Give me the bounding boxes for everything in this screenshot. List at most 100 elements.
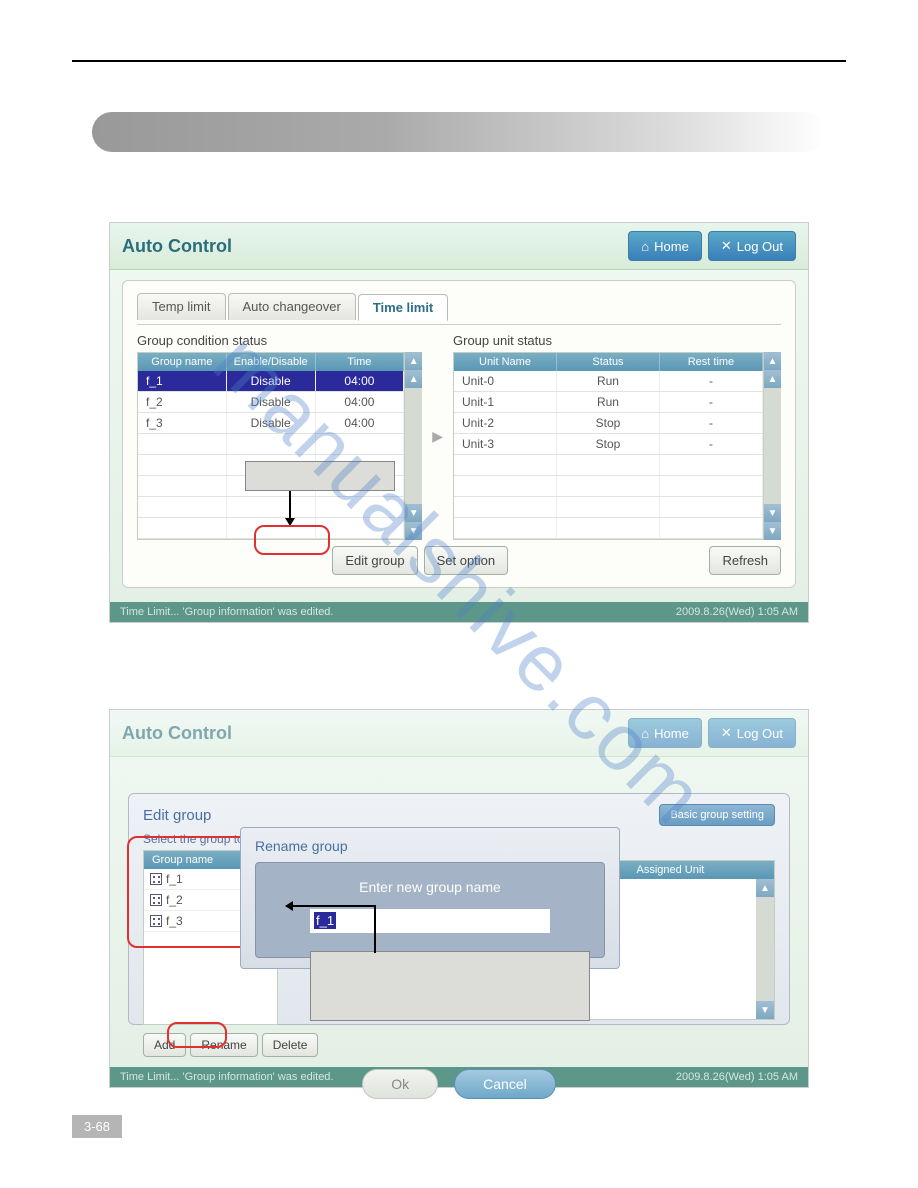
table-row bbox=[454, 455, 763, 476]
arrow-right-icon: ▶ bbox=[430, 428, 445, 445]
logout-label: Log Out bbox=[737, 726, 783, 741]
cell: Run bbox=[557, 392, 660, 412]
rename-input[interactable]: f_1 bbox=[310, 909, 550, 933]
rename-dialog-title: Rename group bbox=[255, 838, 605, 854]
home-label: Home bbox=[654, 239, 689, 254]
table-row bbox=[138, 497, 404, 518]
col-status: Status bbox=[557, 353, 660, 371]
edit-group-title: Edit group bbox=[143, 807, 211, 824]
table-row[interactable]: Unit-0Run- bbox=[454, 371, 763, 392]
arrow-to-input bbox=[286, 905, 376, 907]
scrollbar[interactable]: ▲ ▲ ▼ ▼ bbox=[764, 352, 781, 540]
rename-prompt: Enter new group name bbox=[276, 879, 584, 895]
col-group-name: Group name bbox=[138, 353, 227, 371]
logout-button[interactable]: ✕ Log Out bbox=[708, 231, 796, 261]
cell: f_2 bbox=[138, 392, 227, 412]
close-icon: ✕ bbox=[721, 725, 732, 741]
table-row bbox=[138, 434, 404, 455]
page-number: 3-68 bbox=[72, 1115, 122, 1138]
section-banner bbox=[92, 112, 826, 152]
cell: - bbox=[660, 371, 763, 391]
cell: 04:00 bbox=[316, 413, 405, 433]
scroll-up-icon[interactable]: ▲ bbox=[764, 352, 781, 370]
tab-time-limit[interactable]: Time limit bbox=[358, 294, 448, 321]
table-row[interactable]: f_1Disable04:00 bbox=[138, 371, 404, 392]
cell: 04:00 bbox=[316, 371, 405, 391]
callout-connector bbox=[374, 905, 376, 953]
edit-group-button[interactable]: Edit group bbox=[332, 546, 417, 575]
cell: Unit-3 bbox=[454, 434, 557, 454]
cell: - bbox=[660, 392, 763, 412]
cell: Run bbox=[557, 371, 660, 391]
cell: Disable bbox=[227, 371, 316, 391]
col-unit-name: Unit Name bbox=[454, 353, 557, 371]
home-button[interactable]: ⌂ Home bbox=[628, 231, 702, 261]
app-header: Auto Control ⌂ Home ✕ Log Out bbox=[110, 710, 808, 757]
app-title: Auto Control bbox=[122, 236, 232, 257]
table-row bbox=[138, 518, 404, 539]
close-icon: ✕ bbox=[721, 238, 732, 254]
col-time: Time bbox=[316, 353, 405, 371]
table-row[interactable]: Unit-3Stop- bbox=[454, 434, 763, 455]
home-icon: ⌂ bbox=[641, 726, 649, 741]
cell: - bbox=[660, 434, 763, 454]
home-button[interactable]: ⌂ Home bbox=[628, 718, 702, 748]
cell: Disable bbox=[227, 392, 316, 412]
tab-temp-limit[interactable]: Temp limit bbox=[137, 293, 226, 320]
screenshot-edit-group: Auto Control ⌂ Home ✕ Log Out Edit group… bbox=[109, 709, 809, 1088]
scroll-down-icon[interactable]: ▼ bbox=[764, 522, 781, 540]
cell: Unit-1 bbox=[454, 392, 557, 412]
table-row[interactable]: Unit-1Run- bbox=[454, 392, 763, 413]
home-icon: ⌂ bbox=[641, 239, 649, 254]
scroll-up-icon[interactable]: ▲ bbox=[764, 370, 781, 388]
scroll-down-icon[interactable]: ▼ bbox=[756, 1001, 774, 1019]
scroll-up-icon[interactable]: ▲ bbox=[405, 370, 422, 388]
cell: 04:00 bbox=[316, 392, 405, 412]
callout-box bbox=[245, 461, 395, 491]
list-item-label: f_2 bbox=[166, 893, 183, 907]
page-top-rule bbox=[72, 60, 846, 62]
table-row bbox=[454, 518, 763, 539]
status-datetime: 2009.8.26(Wed) 1:05 AM bbox=[676, 606, 798, 618]
scrollbar[interactable]: ▲ ▲ ▼ ▼ bbox=[405, 352, 422, 540]
ok-button[interactable]: Ok bbox=[362, 1069, 438, 1099]
table-row[interactable]: f_3Disable04:00 bbox=[138, 413, 404, 434]
cell: Unit-0 bbox=[454, 371, 557, 391]
status-bar: Time Limit... 'Group information' was ed… bbox=[110, 602, 808, 622]
group-unit-table: Unit Name Status Rest time Unit-0Run- Un… bbox=[453, 352, 764, 540]
scroll-up-icon[interactable]: ▲ bbox=[405, 352, 422, 370]
cell: Stop bbox=[557, 413, 660, 433]
table-row bbox=[454, 476, 763, 497]
set-option-button[interactable]: Set option bbox=[424, 546, 509, 575]
scroll-down-icon[interactable]: ▼ bbox=[405, 504, 422, 522]
scroll-down-icon[interactable]: ▼ bbox=[405, 522, 422, 540]
tab-bar: Temp limit Auto changeover Time limit bbox=[137, 293, 781, 320]
home-label: Home bbox=[654, 726, 689, 741]
scroll-down-icon[interactable]: ▼ bbox=[764, 504, 781, 522]
group-unit-title: Group unit status bbox=[453, 333, 781, 348]
cancel-button[interactable]: Cancel bbox=[454, 1069, 556, 1099]
rename-button[interactable]: Rename bbox=[190, 1033, 257, 1057]
group-icon bbox=[150, 915, 162, 927]
cell: Stop bbox=[557, 434, 660, 454]
add-button[interactable]: Add bbox=[143, 1033, 186, 1057]
status-message: Time Limit... 'Group information' was ed… bbox=[120, 606, 334, 618]
logout-button[interactable]: ✕ Log Out bbox=[708, 718, 796, 748]
app-header: Auto Control ⌂ Home ✕ Log Out bbox=[110, 223, 808, 270]
rename-group-dialog: Rename group Enter new group name f_1 bbox=[240, 827, 620, 969]
group-condition-table: Group name Enable/Disable Time f_1Disabl… bbox=[137, 352, 405, 540]
basic-group-setting-button[interactable]: Basic group setting bbox=[659, 804, 775, 826]
tab-auto-changeover[interactable]: Auto changeover bbox=[228, 293, 356, 320]
cell: - bbox=[660, 413, 763, 433]
col-enable: Enable/Disable bbox=[227, 353, 316, 371]
rename-input-value: f_1 bbox=[314, 912, 336, 929]
group-icon bbox=[150, 873, 162, 885]
table-row[interactable]: f_2Disable04:00 bbox=[138, 392, 404, 413]
table-row bbox=[454, 497, 763, 518]
table-row[interactable]: Unit-2Stop- bbox=[454, 413, 763, 434]
scrollbar[interactable]: ▲ ▼ bbox=[756, 879, 774, 1019]
col-rest: Rest time bbox=[660, 353, 763, 371]
scroll-up-icon[interactable]: ▲ bbox=[756, 879, 774, 897]
delete-button[interactable]: Delete bbox=[262, 1033, 319, 1057]
refresh-button[interactable]: Refresh bbox=[709, 546, 781, 575]
